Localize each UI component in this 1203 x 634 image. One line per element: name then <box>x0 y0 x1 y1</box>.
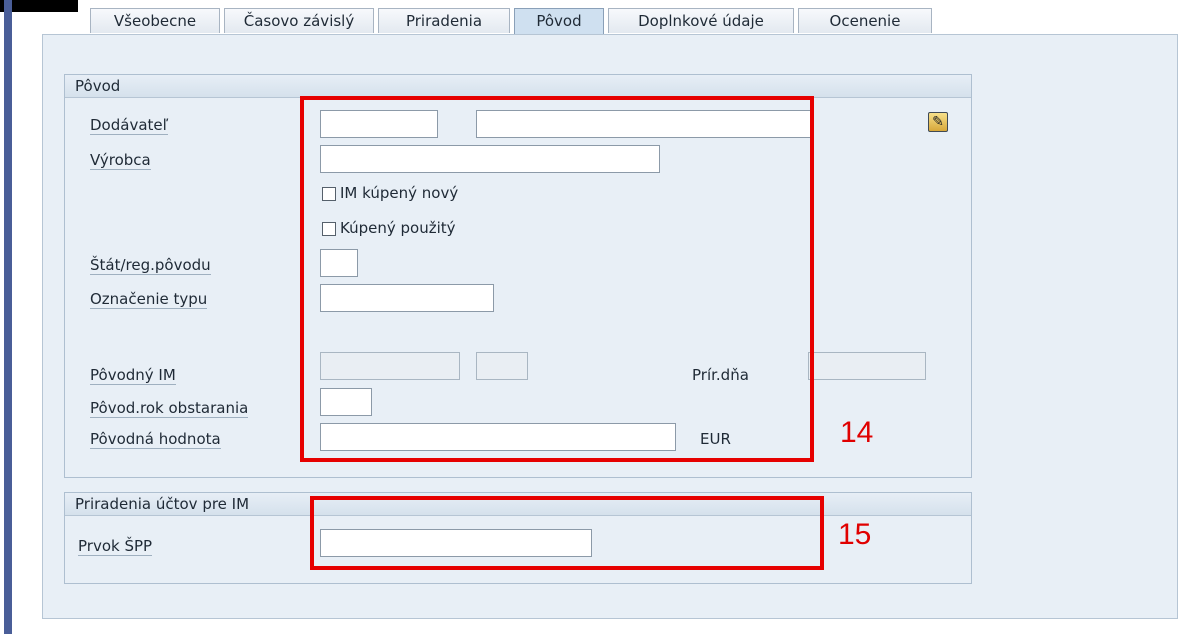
left-rail <box>4 0 12 634</box>
tab-doplnkove-udaje[interactable]: Doplnkové údaje <box>608 8 794 33</box>
annotation-marker-15: 15 <box>838 518 872 551</box>
original-asset-label: Pôvodný IM <box>90 366 176 385</box>
supplier-label: Dodávateľ <box>90 116 169 135</box>
tab-ocenenie[interactable]: Ocenenie <box>798 8 932 33</box>
annotation-marker-14: 14 <box>840 416 874 449</box>
country-label: Štát/reg.pôvodu <box>90 256 211 275</box>
tab-vseobecne[interactable]: Všeobecne <box>90 8 220 33</box>
tab-casovo-zavisly[interactable]: Časovo závislý <box>224 8 374 33</box>
origin-group-title: Pôvod <box>65 75 971 98</box>
wbs-label: Prvok ŠPP <box>78 537 153 556</box>
original-value-label: Pôvodná hodnota <box>90 430 221 449</box>
tab-povod[interactable]: Pôvod <box>514 8 604 35</box>
annotation-box-15 <box>310 496 824 570</box>
edit-pencil-icon[interactable]: ✎ <box>928 112 948 132</box>
increase-date-field <box>808 352 926 380</box>
type-label: Označenie typu <box>90 290 208 309</box>
tab-priradenia[interactable]: Priradenia <box>378 8 510 33</box>
manufacturer-label: Výrobca <box>90 151 151 170</box>
acq-year-label: Pôvod.rok obstarania <box>90 399 249 418</box>
annotation-box-14 <box>300 96 814 462</box>
